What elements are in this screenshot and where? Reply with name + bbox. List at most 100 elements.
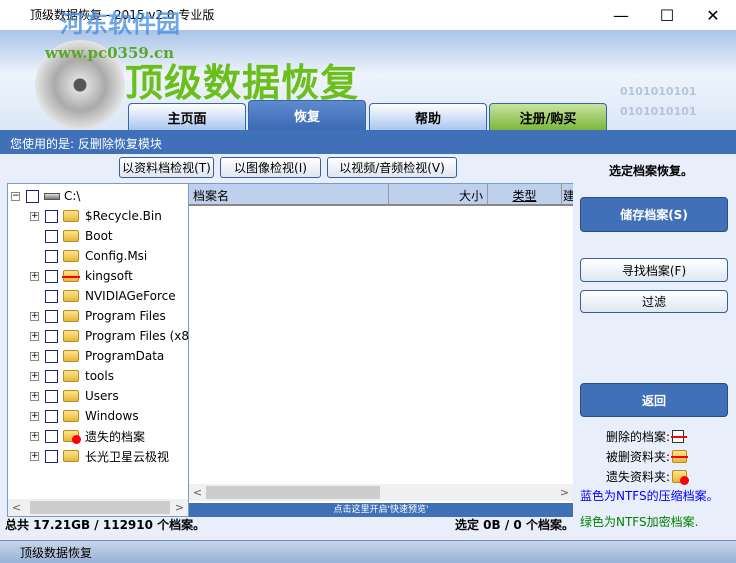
legend-label: 删除的档案:	[606, 430, 671, 444]
tree-item[interactable]: Config.Msi	[30, 246, 147, 266]
tree-item[interactable]: + 遗失的档案	[30, 426, 145, 446]
folder-tree[interactable]: − C:\ + $Recycle.Bin Boot Config.Msi + kingsoft…	[7, 183, 201, 517]
tree-label: NVIDIAGeForce	[85, 289, 176, 303]
view-as-document-button[interactable]: 以资料档检视(T)	[119, 157, 214, 178]
selected-status: 选定 0B / 0 个档案。	[455, 518, 574, 532]
checkbox[interactable]	[45, 409, 58, 423]
tree-label: Config.Msi	[85, 249, 148, 263]
checkbox[interactable]	[45, 389, 58, 403]
expand-icon[interactable]: +	[30, 451, 39, 461]
scroll-left-icon[interactable]: <	[189, 484, 206, 501]
scroll-thumb[interactable]	[206, 486, 380, 499]
column-size[interactable]: 大小	[389, 184, 488, 204]
tree-item[interactable]: NVIDIAGeForce	[30, 286, 176, 306]
folder-icon	[62, 270, 80, 282]
tab-recover[interactable]: 恢复	[248, 100, 366, 130]
binary-decoration: 0101010101 0101010101	[620, 85, 697, 118]
checkbox[interactable]	[45, 209, 58, 223]
list-header: 档案名 大小 类型 建	[189, 184, 573, 206]
tree-item[interactable]: + ProgramData	[30, 346, 164, 366]
scroll-right-icon[interactable]: >	[556, 484, 573, 501]
view-as-media-button[interactable]: 以视频/音频检视(V)	[327, 157, 457, 178]
folder-icon	[63, 450, 79, 462]
folder-icon	[63, 230, 79, 242]
checkbox[interactable]	[45, 369, 58, 383]
tree-item[interactable]: + 长光卫星云极视	[30, 446, 169, 466]
tree-label: kingsoft	[85, 269, 133, 283]
watermark-url: www.pc0359.cn	[45, 44, 175, 62]
column-name[interactable]: 档案名	[189, 184, 389, 204]
folder-icon	[63, 350, 79, 362]
tree-label: 遗失的档案	[85, 429, 146, 444]
column-type[interactable]: 类型	[488, 184, 562, 204]
scroll-thumb[interactable]	[30, 501, 170, 514]
tree-item[interactable]: + tools	[30, 366, 114, 386]
scroll-right-icon[interactable]: >	[171, 499, 188, 516]
folder-icon	[63, 370, 79, 382]
checkbox[interactable]	[45, 249, 58, 263]
drive-icon	[44, 192, 60, 200]
tree-item[interactable]: + Users	[30, 386, 119, 406]
checkbox[interactable]	[45, 329, 58, 343]
folder-icon	[63, 430, 81, 444]
watermark: 河东软件园	[60, 10, 180, 38]
list-horizontal-scrollbar[interactable]: < >	[189, 484, 573, 501]
close-button[interactable]: ✕	[690, 0, 736, 30]
folder-icon	[63, 310, 79, 322]
tree-label: tools	[85, 369, 114, 383]
expand-icon[interactable]: +	[30, 271, 39, 281]
tab-register-buy[interactable]: 注册/购买	[489, 103, 607, 130]
folder-icon	[63, 330, 79, 342]
filter-button[interactable]: 过滤	[580, 290, 728, 313]
tree-label: $Recycle.Bin	[85, 209, 162, 223]
tree-item[interactable]: + Windows	[30, 406, 139, 426]
tab-home[interactable]: 主页面	[128, 103, 246, 130]
collapse-icon[interactable]: −	[11, 191, 20, 201]
expand-icon[interactable]: +	[30, 211, 39, 221]
expand-icon[interactable]: +	[30, 331, 39, 341]
checkbox[interactable]	[26, 189, 39, 203]
tree-label: Program Files	[85, 309, 166, 323]
tree-root[interactable]: − C:\	[11, 186, 80, 206]
tree-label: Program Files (x86)	[85, 329, 202, 343]
tree-item[interactable]: Boot	[30, 226, 113, 246]
checkbox[interactable]	[45, 269, 58, 283]
quick-preview-bar[interactable]: 点击这里开启'快速预览'	[189, 503, 573, 517]
view-as-image-button[interactable]: 以图像检视(I)	[220, 157, 321, 178]
minimize-button[interactable]: —	[598, 0, 644, 30]
tree-label: Users	[85, 389, 119, 403]
scroll-left-icon[interactable]: <	[8, 499, 25, 516]
folder-icon	[63, 390, 79, 402]
tab-help[interactable]: 帮助	[369, 103, 487, 130]
legend-deleted-file: 删除的档案:	[606, 428, 688, 445]
expand-icon[interactable]: +	[30, 351, 39, 361]
find-files-button[interactable]: 寻找档案(F)	[580, 258, 728, 282]
expand-icon[interactable]: +	[30, 371, 39, 381]
folder-icon	[63, 290, 79, 302]
expand-icon[interactable]: +	[30, 411, 39, 421]
maximize-button[interactable]: ☐	[644, 0, 690, 30]
checkbox[interactable]	[45, 289, 58, 303]
tree-item[interactable]: + Program Files	[30, 306, 166, 326]
tree-item[interactable]: + Program Files (x86)	[30, 326, 201, 346]
file-list[interactable]: 档案名 大小 类型 建 < >	[189, 183, 573, 503]
save-files-button[interactable]: 储存档案(S)	[580, 197, 728, 232]
checkbox[interactable]	[45, 309, 58, 323]
green-encrypted-note: 绿色为NTFS加密档案.	[580, 515, 699, 529]
expand-icon[interactable]: +	[30, 391, 39, 401]
tree-item[interactable]: + $Recycle.Bin	[30, 206, 162, 226]
expand-icon[interactable]: +	[30, 431, 39, 441]
back-button[interactable]: 返回	[580, 383, 728, 417]
checkbox[interactable]	[45, 229, 58, 243]
checkbox[interactable]	[45, 349, 58, 363]
lost-folder-icon	[672, 470, 690, 485]
folder-icon	[63, 210, 79, 222]
blue-compressed-note: 蓝色为NTFS的压缩档案。	[580, 489, 719, 503]
column-created[interactable]: 建	[562, 184, 573, 204]
total-status: 总共 17.21GB / 112910 个档案。	[5, 518, 206, 532]
checkbox[interactable]	[45, 429, 58, 443]
tree-item[interactable]: + kingsoft	[30, 266, 133, 286]
checkbox[interactable]	[45, 449, 58, 463]
tree-horizontal-scrollbar[interactable]: < >	[8, 499, 188, 516]
expand-icon[interactable]: +	[30, 311, 39, 321]
